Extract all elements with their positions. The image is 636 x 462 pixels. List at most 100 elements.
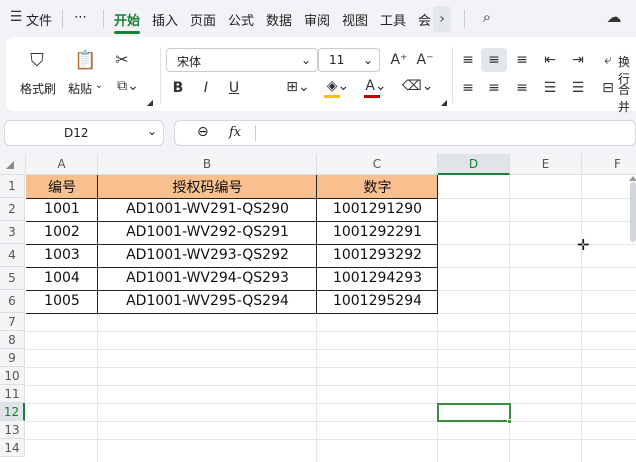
fill-color-icon[interactable]: ◈⌄ — [324, 78, 352, 94]
formula-bar[interactable]: ⊖ fx — [174, 120, 636, 146]
table-cell[interactable]: 1001293292 — [317, 247, 438, 263]
scroll-up-icon[interactable] — [629, 176, 636, 181]
column-header-e[interactable]: E — [510, 154, 582, 175]
indent-increase-icon[interactable]: ⇥ — [570, 52, 586, 68]
table-cell[interactable]: 1004 — [26, 270, 98, 286]
hamburger-menu-icon[interactable]: ☰ — [8, 9, 24, 25]
border-icon[interactable]: ⊞⌄ — [284, 79, 312, 95]
fx-icon[interactable]: fx — [229, 125, 241, 140]
table-cell[interactable]: AD1001-WV294-QS293 — [98, 270, 317, 286]
table-cell[interactable]: AD1001-WV293-QS292 — [98, 247, 317, 263]
row-header-10[interactable]: 10 — [0, 367, 25, 385]
name-box[interactable]: D12 ⌄ — [4, 120, 164, 146]
underline-icon[interactable]: U — [226, 80, 242, 96]
paste-label[interactable]: 粘贴 — [68, 80, 92, 97]
wrap-text-icon[interactable]: ⤶ — [600, 52, 616, 68]
column-header-d[interactable]: D — [438, 154, 510, 175]
distribute-icon[interactable]: ☰ — [570, 80, 586, 96]
tab-tools[interactable]: 工具 — [380, 10, 406, 29]
align-left-icon[interactable]: ≡ — [460, 80, 476, 96]
merge-cells-icon[interactable]: ⊟ — [600, 80, 616, 96]
row-header-2[interactable]: 2 — [0, 198, 25, 221]
table-cell[interactable]: AD1001-WV291-QS290 — [98, 201, 317, 217]
more-menu-button[interactable]: ⋯ — [74, 10, 87, 25]
fill-handle[interactable] — [507, 419, 512, 424]
row-header-4[interactable]: 4 — [0, 244, 25, 267]
table-cell[interactable]: 1001 — [26, 201, 98, 217]
cut-icon[interactable]: ✂ — [112, 50, 132, 69]
clear-format-icon[interactable]: ⌫⌄ — [402, 78, 434, 94]
align-top-icon[interactable]: ≡ — [460, 52, 476, 68]
tab-view[interactable]: 视图 — [342, 10, 368, 29]
ribbon-separator — [160, 47, 161, 103]
table-cell[interactable]: 1001295294 — [317, 293, 438, 309]
copy-icon[interactable]: ⧉⌄ — [114, 78, 142, 94]
vertical-scrollbar[interactable] — [630, 182, 636, 242]
fill-color-bar — [324, 95, 340, 98]
table-cell[interactable]: AD1001-WV295-QS294 — [98, 293, 317, 309]
align-middle-icon: ≡ — [488, 52, 500, 68]
row-header-9[interactable]: 9 — [0, 349, 25, 367]
tab-home[interactable]: 开始 — [114, 10, 140, 29]
table-cell[interactable]: 1001292291 — [317, 224, 438, 240]
tab-data[interactable]: 数据 — [266, 10, 292, 29]
cloud-icon[interactable]: ☁ — [604, 8, 624, 26]
table-cell[interactable]: 1001294293 — [317, 270, 438, 286]
row-header-8[interactable]: 8 — [0, 331, 25, 349]
table-cell[interactable]: AD1001-WV292-QS291 — [98, 224, 317, 240]
paste-icon[interactable]: 📋 — [74, 50, 96, 71]
row-header-7[interactable]: 7 — [0, 313, 25, 331]
tab-review[interactable]: 审阅 — [304, 10, 330, 29]
font-size-select[interactable]: 11 ⌄ — [318, 48, 380, 72]
chevron-down-icon[interactable]: ⌄ — [147, 124, 157, 138]
column-header-c[interactable]: C — [317, 154, 438, 175]
paste-dropdown-icon[interactable]: ⌄ — [94, 80, 104, 91]
indent-decrease-icon[interactable]: ⇤ — [542, 52, 558, 68]
row-header-11[interactable]: 11 — [0, 385, 25, 403]
decrease-font-icon[interactable]: A⁻ — [416, 52, 434, 68]
active-cell-d12[interactable] — [437, 403, 511, 422]
clipboard-launcher-icon[interactable]: ◢ — [146, 98, 154, 107]
font-color-icon[interactable]: A⌄ — [362, 78, 390, 94]
tab-page[interactable]: 页面 — [190, 10, 216, 29]
header-cell-auth-code[interactable]: 授权码编号 — [98, 177, 317, 197]
justify-icon[interactable]: ☰ — [542, 80, 558, 96]
chevron-right-icon[interactable]: › — [433, 6, 451, 32]
row-header-13[interactable]: 13 — [0, 421, 25, 439]
font-name-select[interactable]: 宋体 ⌄ — [166, 48, 318, 72]
column-header-a[interactable]: A — [26, 154, 98, 175]
tab-member[interactable]: 会 — [418, 10, 431, 29]
align-bottom-icon[interactable]: ≡ — [514, 52, 530, 68]
header-cell-number[interactable]: 数字 — [317, 177, 438, 197]
column-header-b[interactable]: B — [98, 154, 317, 175]
header-cell-id[interactable]: 编号 — [26, 177, 98, 197]
tab-formula[interactable]: 公式 — [228, 10, 254, 29]
spreadsheet-grid[interactable]: A B C D E F 1 2 3 4 5 6 7 8 9 10 11 12 1… — [0, 154, 636, 462]
align-right-icon[interactable]: ≡ — [514, 80, 530, 96]
table-cell[interactable]: 1001291290 — [317, 201, 438, 217]
table-cell[interactable]: 1005 — [26, 293, 98, 309]
tab-insert[interactable]: 插入 — [152, 10, 178, 29]
merge-cells-label[interactable]: 合并 — [618, 81, 636, 115]
column-header-f[interactable]: F — [582, 154, 636, 175]
format-painter-icon[interactable]: ⛉ — [26, 50, 48, 71]
increase-font-icon[interactable]: A⁺ — [390, 52, 408, 68]
format-painter-label[interactable]: 格式刷 — [20, 80, 56, 97]
italic-icon[interactable]: I — [198, 80, 214, 96]
row-header-1[interactable]: 1 — [0, 175, 25, 198]
row-header-14[interactable]: 14 — [0, 439, 25, 457]
align-center-icon[interactable]: ≡ — [486, 80, 502, 96]
chevron-down-icon: ⌄ — [301, 53, 312, 67]
table-cell[interactable]: 1002 — [26, 224, 98, 240]
zoom-icon[interactable]: ⊖ — [197, 124, 209, 140]
gridline — [26, 367, 636, 368]
row-header-12[interactable]: 12 — [0, 403, 25, 421]
bold-icon[interactable]: B — [170, 80, 186, 96]
row-header-6[interactable]: 6 — [0, 290, 25, 313]
table-cell[interactable]: 1003 — [26, 247, 98, 263]
font-launcher-icon[interactable]: ◢ — [440, 98, 448, 107]
menu-file[interactable]: 文件 — [26, 10, 52, 29]
search-icon[interactable]: ⌕ — [478, 8, 496, 26]
row-header-5[interactable]: 5 — [0, 267, 25, 290]
row-header-3[interactable]: 3 — [0, 221, 25, 244]
